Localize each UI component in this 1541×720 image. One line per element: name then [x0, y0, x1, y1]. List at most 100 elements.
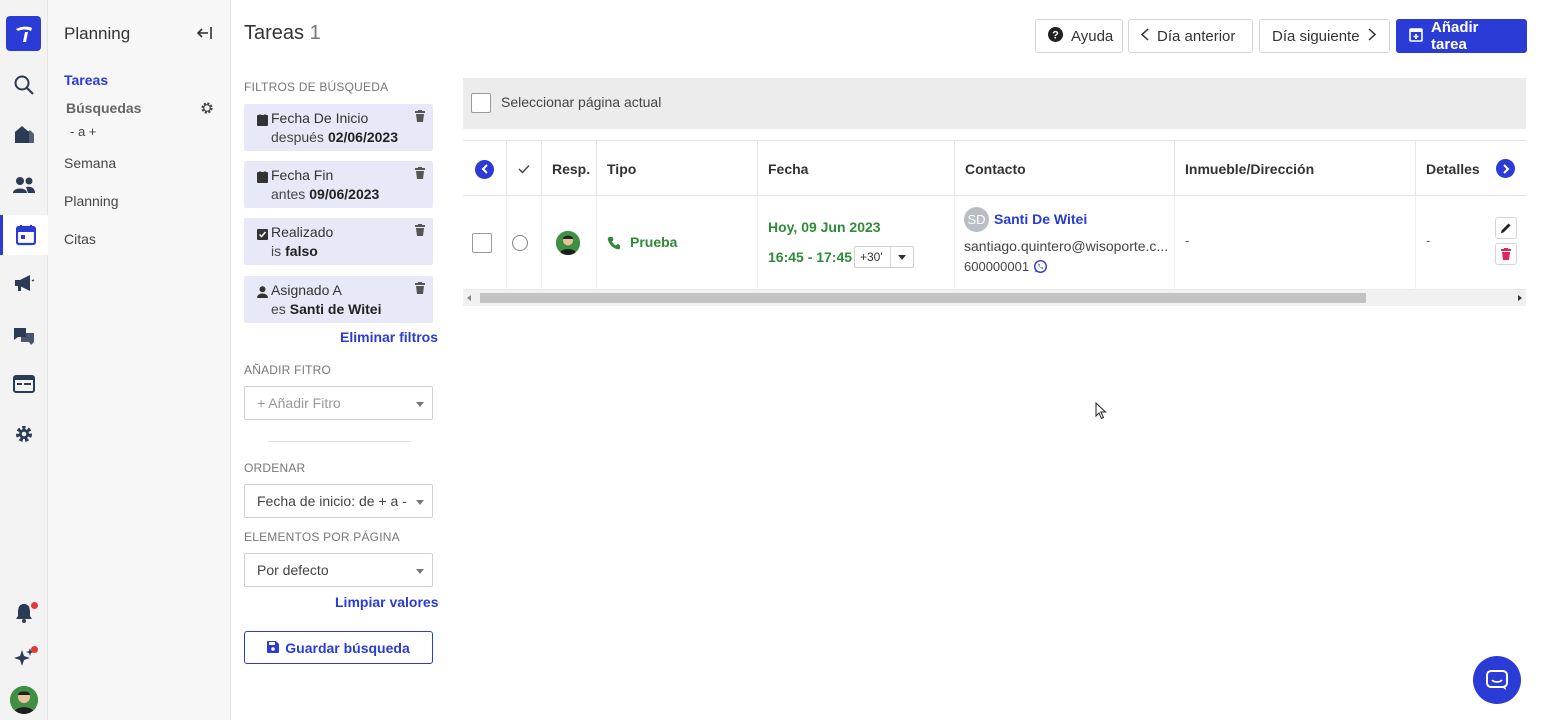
postpone-value: +30'	[860, 250, 883, 264]
icon-rail	[0, 0, 48, 720]
notifications-icon[interactable]	[0, 593, 48, 633]
table-row[interactable]: Prueba Hoy, 09 Jun 2023 16:45 - 17:45 +3…	[463, 196, 1526, 290]
filter-value: 02/06/2023	[327, 129, 399, 145]
filter-field: Asignado A	[271, 282, 342, 298]
help-button[interactable]: ? Ayuda	[1035, 19, 1123, 53]
prev-day-button[interactable]: Día anterior	[1128, 19, 1253, 53]
table-header: Resp. Tipo Fecha Contacto Inmueble/Direc…	[463, 140, 1526, 197]
filter-field: Realizado	[271, 224, 334, 240]
chevron-down-icon	[416, 402, 424, 407]
portals-icon[interactable]	[0, 364, 48, 404]
properties-icon[interactable]	[0, 114, 48, 154]
column-header[interactable]: Resp.	[542, 141, 597, 197]
search-icon[interactable]	[0, 65, 48, 105]
filters-header: FILTROS DE BÚSQUEDA	[244, 80, 389, 94]
scroll-left-arrow[interactable]	[467, 295, 471, 301]
chevron-left-icon[interactable]	[475, 159, 494, 179]
column-header[interactable]: Contacto	[955, 141, 1175, 197]
calendar-icon	[257, 170, 268, 188]
notification-badge	[31, 602, 38, 609]
whatsapp-icon[interactable]	[1033, 259, 1048, 279]
reset-values-link[interactable]: Limpiar valores	[335, 594, 439, 610]
prev-day-label: Día anterior	[1157, 27, 1236, 45]
divider	[268, 441, 411, 442]
scrollbar-thumb[interactable]	[480, 293, 1366, 303]
collapse-sidebar-icon[interactable]	[196, 25, 214, 46]
scroll-right-arrow[interactable]	[1518, 295, 1522, 301]
support-chat-button[interactable]	[1473, 656, 1521, 704]
filter-condition: después 02/06/2023	[271, 129, 398, 145]
table-horizontal-scrollbar[interactable]	[463, 290, 1526, 306]
filter-field: Fecha Fin	[271, 167, 334, 183]
save-search-button[interactable]: Guardar búsqueda	[244, 631, 433, 664]
row-checkbox[interactable]	[472, 233, 492, 253]
edit-icon[interactable]	[1495, 217, 1517, 239]
sidebar-item-semana[interactable]: Semana	[64, 155, 116, 171]
select-page-checkbox[interactable]	[471, 93, 491, 113]
sidebar-item-tareas[interactable]: Tareas	[64, 72, 108, 88]
chevron-down-icon	[416, 500, 424, 505]
column-header[interactable]: Fecha	[758, 141, 955, 197]
contacts-icon[interactable]	[0, 165, 48, 205]
filter-operator: es	[271, 301, 286, 317]
sidebar-item-busquedas[interactable]: Búsquedas	[66, 100, 141, 116]
add-filter-placeholder: + Añadir Fitro	[257, 395, 341, 411]
contact-phone[interactable]: 600000001	[964, 259, 1029, 274]
calendar-icon[interactable]	[0, 215, 48, 255]
add-filter-select[interactable]: + Añadir Fitro	[244, 386, 433, 420]
trash-icon[interactable]	[415, 166, 425, 184]
trash-icon[interactable]	[415, 223, 425, 241]
postpone-divider	[890, 247, 891, 267]
filter-condition: es Santi de Witei	[271, 301, 381, 317]
settings-icon[interactable]	[0, 414, 48, 454]
row-property-cell: -	[1175, 196, 1416, 290]
task-type[interactable]: Prueba	[630, 234, 677, 250]
per-page-select[interactable]: Por defecto	[244, 553, 433, 587]
sidebar-item-planning[interactable]: Planning	[64, 193, 119, 209]
add-task-button[interactable]: Añadir tarea	[1396, 19, 1527, 53]
sidebar-item-citas[interactable]: Citas	[64, 231, 96, 247]
busquedas-sort-toggle[interactable]: - a +	[70, 124, 96, 139]
filter-chip[interactable]: Fecha Fin antes 09/06/2023	[244, 161, 433, 208]
row-done-cell	[507, 196, 542, 290]
column-header[interactable]: Tipo	[597, 141, 758, 197]
chat-icon[interactable]	[0, 316, 48, 356]
filter-value: Santi de Witei	[289, 301, 382, 317]
check-icon	[518, 161, 530, 177]
filter-value: 09/06/2023	[309, 186, 380, 202]
filter-condition: is falso	[271, 243, 318, 259]
header-done	[507, 141, 542, 197]
sidebar-title: Planning	[64, 24, 131, 43]
row-contact-cell: SD Santi De Witei santiago.quintero@wiso…	[955, 196, 1175, 290]
contact-name-link[interactable]: Santi De Witei	[994, 211, 1087, 227]
order-header: ORDENAR	[244, 461, 306, 475]
details-value: -	[1426, 233, 1431, 248]
order-select[interactable]: Fecha de inicio: de + a -	[244, 484, 433, 518]
column-header[interactable]: Inmueble/Dirección	[1175, 141, 1416, 197]
logo-icon[interactable]	[6, 16, 41, 51]
row-type-cell: Prueba	[597, 196, 758, 290]
mark-done-radio[interactable]	[512, 235, 528, 251]
contact-email[interactable]: santiago.quintero@wisoporte.c...	[964, 238, 1168, 254]
owner-avatar[interactable]	[556, 231, 580, 255]
row-owner-cell	[542, 196, 597, 290]
row-details-cell: -	[1416, 196, 1526, 290]
trash-icon[interactable]	[415, 109, 425, 127]
megaphone-icon[interactable]	[0, 263, 48, 303]
user-avatar[interactable]	[10, 686, 38, 714]
filter-chip[interactable]: Fecha De Inicio después 02/06/2023	[244, 104, 433, 151]
filter-operator: antes	[271, 186, 306, 202]
filter-chip[interactable]: Realizado is falso	[244, 218, 433, 265]
busquedas-settings-icon[interactable]	[200, 101, 214, 120]
filter-field: Fecha De Inicio	[271, 110, 369, 126]
postpone-dropdown[interactable]: +30'	[854, 246, 914, 268]
next-day-button[interactable]: Día siguiente	[1259, 19, 1390, 53]
delete-icon[interactable]	[1495, 243, 1517, 265]
task-date: Hoy, 09 Jun 2023	[768, 219, 881, 235]
row-select-cell	[463, 196, 507, 290]
chevron-right-icon[interactable]	[1496, 159, 1515, 178]
news-icon[interactable]	[0, 637, 48, 677]
trash-icon[interactable]	[415, 281, 425, 299]
filter-chip[interactable]: Asignado A es Santi de Witei	[244, 276, 433, 323]
clear-filters-link[interactable]: Eliminar filtros	[340, 329, 438, 345]
